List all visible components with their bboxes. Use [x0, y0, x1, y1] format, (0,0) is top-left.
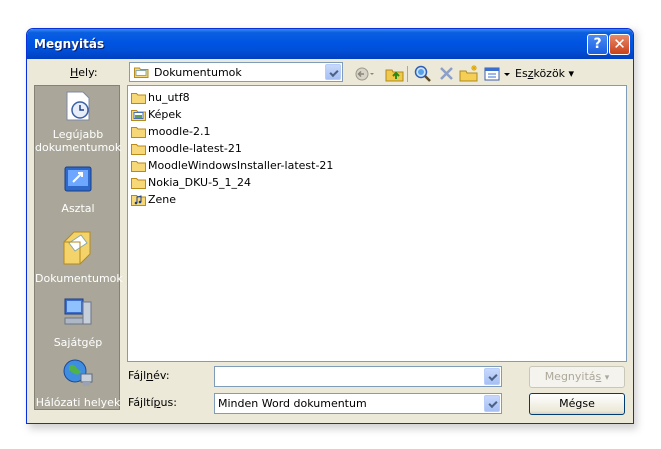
title-bar[interactable]: Megnyitás ? ✕ — [27, 29, 633, 59]
music-folder-icon — [131, 194, 146, 206]
pictures-folder-icon — [131, 109, 146, 121]
list-item[interactable]: moodle-latest-21 — [131, 141, 242, 156]
filename-dropdown-button[interactable] — [484, 368, 500, 385]
folder-open-icon — [134, 66, 149, 81]
folder-icon — [131, 126, 146, 138]
places-bar: Legújabb dokumentumok Asztal Dokumentumo… — [34, 85, 123, 410]
network-places-icon — [35, 356, 121, 393]
place-desktop[interactable]: Asztal — [35, 164, 121, 215]
list-item[interactable]: Zene — [131, 192, 176, 207]
tools-menu[interactable]: Eszközök ▾ — [515, 67, 574, 80]
delete-icon[interactable] — [437, 64, 457, 84]
list-item[interactable]: Nokia_DKU-5_1_24 — [131, 175, 251, 190]
folder-icon — [131, 160, 146, 172]
place-my-documents[interactable]: Dokumentumok — [35, 228, 123, 285]
list-item[interactable]: Képek — [131, 107, 182, 122]
filetype-dropdown-button[interactable] — [484, 395, 500, 412]
filetype-label: Fájltípus: — [128, 396, 177, 409]
back-icon[interactable] — [353, 64, 375, 84]
up-folder-icon[interactable] — [385, 64, 405, 84]
list-item[interactable]: MoodleWindowsInstaller-latest-21 — [131, 158, 333, 173]
help-button[interactable]: ? — [587, 34, 608, 55]
location-label: Hely: — [70, 66, 98, 79]
location-combo[interactable]: Dokumentumok — [129, 62, 343, 82]
location-value: Dokumentumok — [154, 66, 242, 79]
open-button[interactable]: Megnyitás ▾ — [529, 366, 625, 388]
open-dialog: Megnyitás ? ✕ Hely: Dokumentumok Eszközö… — [26, 28, 634, 424]
cancel-button[interactable]: Mégse — [529, 393, 625, 415]
folder-icon — [131, 177, 146, 189]
new-folder-icon[interactable] — [459, 64, 479, 84]
views-icon[interactable] — [483, 64, 511, 84]
search-web-icon[interactable] — [413, 64, 433, 84]
list-item[interactable]: moodle-2.1 — [131, 124, 210, 139]
toolbar-separator — [407, 66, 408, 82]
location-dropdown-button[interactable] — [325, 64, 341, 80]
window-title: Megnyitás — [34, 37, 105, 51]
list-item[interactable]: hu_utf8 — [131, 90, 190, 105]
filetype-select[interactable]: Minden Word dokumentum — [214, 393, 502, 414]
filename-label: Fájlnév: — [128, 369, 170, 382]
desktop-icon — [35, 164, 121, 199]
file-list[interactable]: hu_utf8 Képek moodle-2.1 moodle-latest-2… — [127, 85, 627, 362]
place-network-places[interactable]: Hálózati helyek — [35, 356, 121, 409]
my-documents-icon — [35, 228, 121, 269]
filename-input[interactable] — [214, 366, 502, 387]
recent-documents-icon — [35, 90, 121, 125]
place-recent-documents[interactable]: Legújabb dokumentumok — [35, 90, 121, 154]
folder-icon — [131, 143, 146, 155]
folder-icon — [131, 92, 146, 104]
my-computer-icon — [35, 296, 121, 333]
place-my-computer[interactable]: Sajátgép — [35, 296, 121, 349]
close-button[interactable]: ✕ — [609, 34, 630, 55]
